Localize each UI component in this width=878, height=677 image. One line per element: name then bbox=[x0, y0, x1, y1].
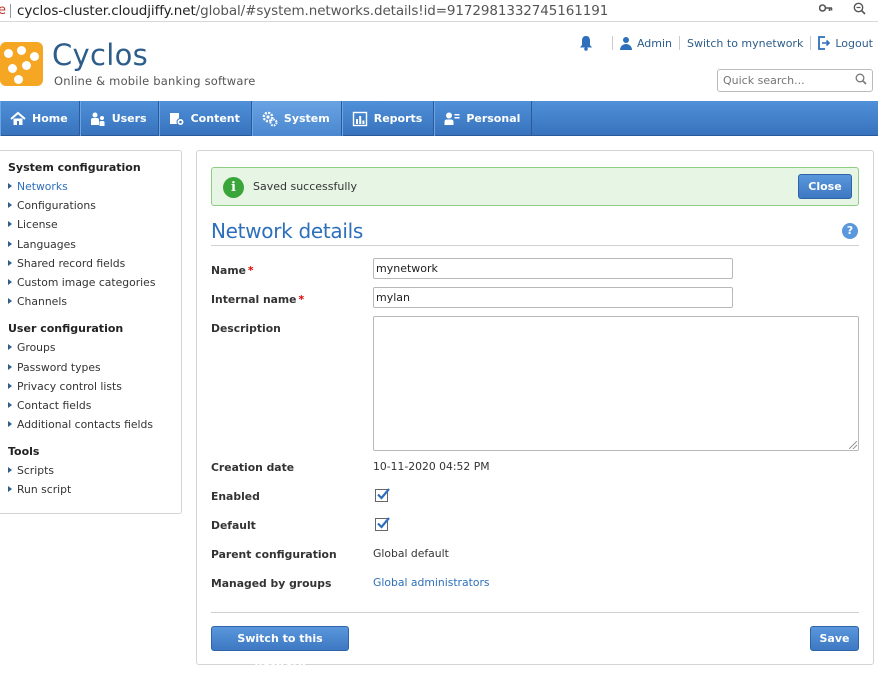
checkmark-icon bbox=[377, 488, 390, 500]
page-title: Network details bbox=[211, 219, 363, 243]
managed-by-groups-link[interactable]: Global administrators bbox=[373, 576, 490, 589]
url-host: cyclos-cluster.cloudjiffy.net bbox=[17, 2, 196, 19]
url-separator bbox=[10, 3, 11, 18]
sidebar-item-channels[interactable]: Channels bbox=[8, 295, 181, 314]
divider bbox=[611, 36, 613, 50]
sidebar: System configuration Networks Configurat… bbox=[0, 150, 182, 514]
main-panel: i Saved successfully Close Network detai… bbox=[196, 150, 874, 668]
nav-content[interactable]: Content bbox=[158, 101, 252, 136]
nav-users-label: Users bbox=[111, 112, 147, 125]
help-icon[interactable]: ? bbox=[842, 223, 858, 239]
user-icon bbox=[619, 36, 632, 50]
checkmark-icon bbox=[377, 517, 390, 529]
nav-reports[interactable]: Reports bbox=[341, 101, 435, 136]
sidebar-item-scripts[interactable]: Scripts bbox=[8, 464, 181, 483]
internal-name-label: Internal name * bbox=[211, 293, 305, 306]
description-textarea[interactable] bbox=[373, 316, 859, 451]
sidebar-item-languages[interactable]: Languages bbox=[8, 238, 181, 257]
default-label: Default bbox=[211, 519, 256, 532]
cyclos-logo-icon[interactable] bbox=[0, 42, 43, 86]
sidebar-item-privacy-control-lists[interactable]: Privacy control lists bbox=[8, 380, 181, 399]
top-links: Admin Switch to mynetwork Logout bbox=[579, 35, 873, 51]
sidebar-item-custom-image-categories[interactable]: Custom image categories bbox=[8, 276, 181, 295]
name-label: Name * bbox=[211, 264, 254, 277]
creation-date-value: 10-11-2020 04:52 PM bbox=[373, 460, 490, 473]
title-divider bbox=[211, 245, 859, 246]
actions-divider bbox=[211, 612, 859, 613]
logout-link[interactable]: Logout bbox=[818, 36, 873, 50]
parent-configuration-label: Parent configuration bbox=[211, 548, 337, 561]
nav-reports-label: Reports bbox=[373, 112, 423, 125]
sidebar-item-configurations[interactable]: Configurations bbox=[8, 199, 181, 218]
home-icon bbox=[10, 111, 26, 127]
quick-search bbox=[717, 69, 873, 92]
sidebar-item-contact-fields[interactable]: Contact fields bbox=[8, 399, 181, 418]
creation-date-label: Creation date bbox=[211, 461, 295, 474]
sidebar-item-license[interactable]: License bbox=[8, 218, 181, 237]
bell-icon[interactable] bbox=[579, 35, 595, 51]
nav-personal-label: Personal bbox=[466, 112, 521, 125]
logo-title[interactable]: Cyclos bbox=[52, 38, 148, 72]
resize-grip-icon[interactable] bbox=[849, 441, 857, 449]
switch-to-network-button[interactable]: Switch to this network bbox=[211, 626, 349, 668]
nav-home[interactable]: Home bbox=[0, 101, 80, 136]
admin-link[interactable]: Admin bbox=[619, 36, 673, 50]
admin-link-label: Admin bbox=[636, 36, 673, 50]
sidebar-item-password-types[interactable]: Password types bbox=[8, 361, 181, 380]
nav-users[interactable]: Users bbox=[79, 101, 159, 136]
description-label: Description bbox=[211, 322, 281, 335]
alert-message: Saved successfully bbox=[253, 180, 357, 193]
divider bbox=[810, 36, 812, 50]
close-button[interactable]: Close bbox=[798, 174, 852, 199]
parent-configuration-value: Global default bbox=[373, 547, 449, 560]
sidebar-item-shared-record-fields[interactable]: Shared record fields bbox=[8, 257, 181, 276]
personal-icon bbox=[444, 111, 460, 127]
logo-subtitle: Online & mobile banking software bbox=[54, 74, 256, 88]
nav-home-label: Home bbox=[32, 112, 68, 125]
nav-system[interactable]: System bbox=[251, 101, 342, 136]
required-mark: * bbox=[247, 264, 254, 277]
success-alert: i Saved successfully Close bbox=[211, 167, 859, 206]
save-button[interactable]: Save bbox=[810, 626, 859, 651]
app-header: Cyclos Online & mobile banking software … bbox=[0, 22, 878, 101]
content-icon bbox=[169, 111, 185, 127]
nav-content-label: Content bbox=[190, 112, 240, 125]
url-path: /global/#system.networks.details!id=9172… bbox=[195, 2, 609, 19]
main-nav: Home Users Content System Reports Person… bbox=[0, 101, 878, 136]
managed-by-groups-label: Managed by groups bbox=[211, 577, 332, 590]
sidebar-item-networks[interactable]: Networks bbox=[8, 180, 181, 199]
key-icon[interactable] bbox=[818, 2, 833, 19]
divider bbox=[679, 36, 681, 50]
sidebar-item-groups[interactable]: Groups bbox=[8, 341, 181, 360]
switch-network-link[interactable]: Switch to mynetwork bbox=[687, 37, 803, 50]
sidebar-heading-system-configuration: System configuration bbox=[8, 161, 141, 174]
name-field[interactable]: mynetwork bbox=[373, 258, 733, 279]
required-mark: * bbox=[298, 293, 305, 306]
nav-personal[interactable]: Personal bbox=[434, 101, 533, 136]
sidebar-heading-tools: Tools bbox=[8, 445, 40, 459]
sidebar-item-run-script[interactable]: Run script bbox=[8, 483, 181, 502]
info-icon: i bbox=[223, 177, 244, 198]
search-icon[interactable] bbox=[855, 73, 867, 85]
sidebar-heading-user-configuration: User configuration bbox=[8, 322, 124, 336]
browser-url-bar[interactable]: e cyclos-cluster.cloudjiffy.net/global/#… bbox=[0, 0, 878, 22]
url-text[interactable]: cyclos-cluster.cloudjiffy.net/global/#sy… bbox=[17, 3, 608, 19]
default-checkbox[interactable] bbox=[375, 517, 390, 531]
logout-icon bbox=[818, 36, 831, 50]
users-icon bbox=[90, 111, 106, 127]
gear-icon bbox=[262, 111, 278, 127]
zoom-icon[interactable] bbox=[853, 2, 866, 19]
enabled-label: Enabled bbox=[211, 490, 260, 503]
sidebar-item-additional-contacts-fields[interactable]: Additional contacts fields bbox=[8, 418, 181, 437]
chart-icon bbox=[352, 111, 368, 127]
quick-search-input[interactable] bbox=[718, 70, 848, 91]
nav-system-label: System bbox=[283, 112, 330, 125]
insecure-indicator-icon[interactable]: e bbox=[0, 3, 6, 18]
internal-name-field[interactable]: mylan bbox=[373, 287, 733, 308]
logout-link-label: Logout bbox=[835, 36, 873, 50]
enabled-checkbox[interactable] bbox=[375, 488, 390, 502]
